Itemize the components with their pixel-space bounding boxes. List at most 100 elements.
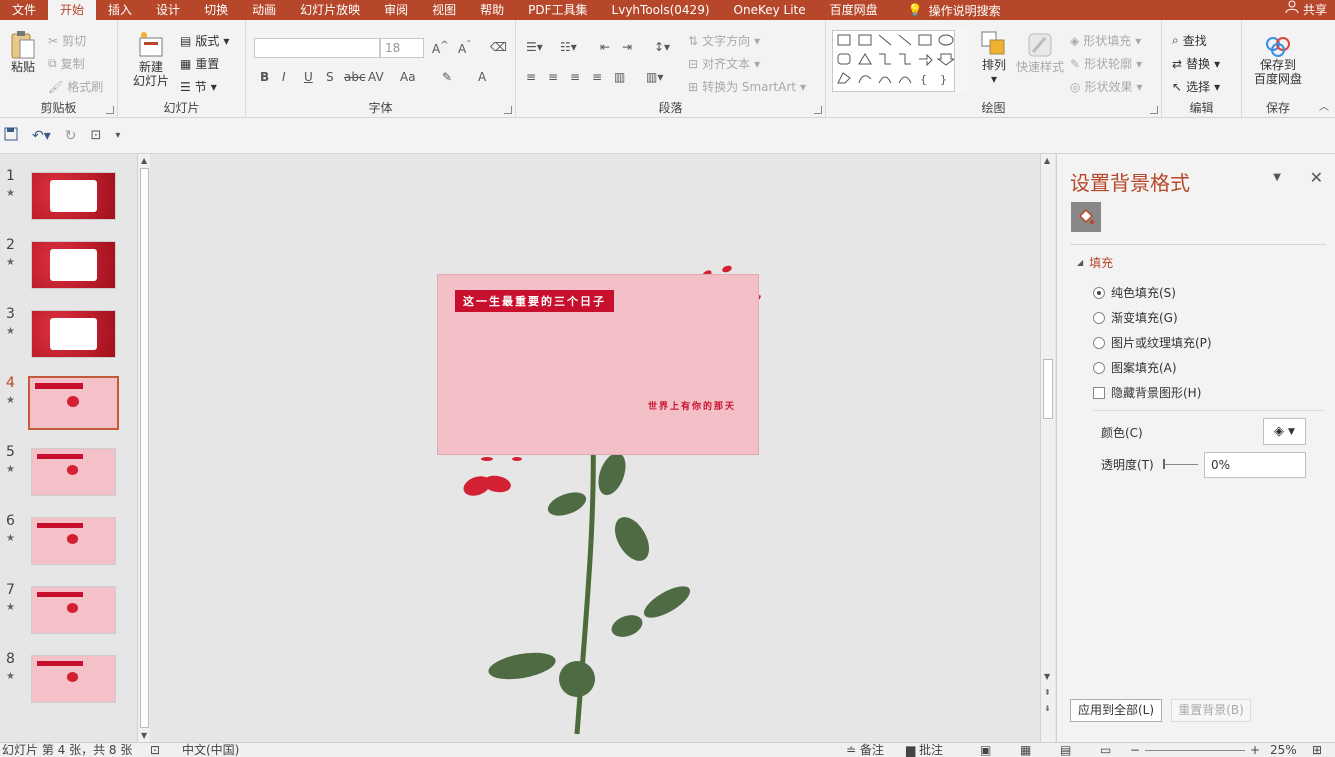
zoom-slider[interactable]	[1145, 750, 1245, 751]
layout-button[interactable]: ▤ 版式 ▾	[180, 32, 229, 49]
columns-icon[interactable]: ▥▾	[646, 70, 663, 84]
increase-indent-icon[interactable]: ⇥	[622, 40, 632, 54]
reading-view-icon[interactable]: ▤	[1060, 744, 1071, 757]
arrange-button[interactable]: 排列 ▾	[976, 30, 1012, 86]
slide-thumbnail[interactable]	[31, 241, 116, 289]
distribute-icon[interactable]: ▥	[614, 70, 625, 84]
menu-item[interactable]: 切换	[192, 0, 240, 20]
text-direction-button[interactable]: ⇅ 文字方向 ▾	[688, 32, 760, 49]
menu-item[interactable]: 文件	[0, 0, 48, 20]
shadow-button[interactable]: S	[326, 70, 334, 84]
menu-item[interactable]: 开始	[48, 0, 97, 20]
pane-options-icon[interactable]: ▼	[1273, 172, 1281, 183]
shape-outline-button[interactable]: ✎ 形状轮廓 ▾	[1070, 55, 1142, 72]
zoom-in-icon[interactable]: +	[1250, 744, 1260, 757]
slide-sorter-icon[interactable]: ▦	[1020, 744, 1031, 757]
present-icon[interactable]: ⊡	[91, 128, 102, 143]
paste-button[interactable]: 粘贴	[6, 30, 40, 74]
save-icon[interactable]	[4, 127, 18, 144]
slide-thumbnail-row[interactable]: 6 ★	[0, 513, 140, 573]
clipboard-launcher-icon[interactable]	[106, 106, 114, 114]
align-right-icon[interactable]: ≡	[570, 70, 580, 84]
justify-icon[interactable]: ≡	[592, 70, 602, 84]
replace-button[interactable]: ⇄ 替换 ▾	[1172, 55, 1220, 72]
radio-button[interactable]	[1093, 286, 1105, 299]
line-spacing-icon[interactable]: ↕▾	[654, 40, 670, 54]
decrease-indent-icon[interactable]: ⇤	[600, 40, 610, 54]
align-text-button[interactable]: ⊟ 对齐文本 ▾	[688, 55, 760, 72]
scroll-down-icon[interactable]: ▼	[141, 731, 147, 740]
menu-item[interactable]: 百度网盘	[818, 0, 890, 20]
shape-effects-button[interactable]: ◎ 形状效果 ▾	[1070, 78, 1143, 95]
reset-background-button[interactable]: 重置背景(B)	[1171, 699, 1251, 722]
drawing-launcher-icon[interactable]	[1150, 106, 1158, 114]
font-size-dropdown[interactable]: 18	[380, 38, 424, 58]
slide-thumbnail-row[interactable]: 4 ★	[0, 375, 140, 435]
shapes-gallery[interactable]: {}	[832, 30, 968, 92]
section-button[interactable]: ☰ 节 ▾	[180, 78, 217, 95]
fit-slide-icon[interactable]: ⊞	[1312, 744, 1322, 757]
italic-button[interactable]: I	[282, 70, 286, 84]
shrink-font-icon[interactable]: Aˇ	[458, 40, 471, 56]
grow-font-icon[interactable]: A^	[432, 40, 449, 56]
spellcheck-icon[interactable]: ⊡	[150, 744, 160, 757]
format-painter-button[interactable]: 🖌 格式刷	[48, 78, 103, 95]
slide-thumbnail[interactable]	[31, 586, 116, 634]
underline-button[interactable]: U	[304, 70, 313, 84]
new-slide-button[interactable]: 新建 幻灯片	[126, 30, 176, 88]
canvas-scroll-thumb[interactable]	[1043, 359, 1053, 419]
menu-item[interactable]: 设计	[144, 0, 192, 20]
scroll-up-icon[interactable]: ▲	[1044, 156, 1050, 165]
slide-canvas[interactable]: 这一生最重要的三个日子 世界上有你的那天	[157, 154, 1040, 742]
menu-item[interactable]: 插入	[96, 0, 144, 20]
align-left-icon[interactable]: ≡	[526, 70, 536, 84]
redo-icon[interactable]: ↻	[65, 128, 77, 144]
menu-item[interactable]: LvyhTools(0429)	[600, 0, 722, 20]
slide-thumbnail[interactable]	[31, 448, 116, 496]
numbering-icon[interactable]: ☷▾	[560, 40, 577, 54]
slide-subtitle[interactable]: 世界上有你的那天	[648, 399, 736, 412]
strikethrough-button[interactable]: abc	[344, 70, 366, 84]
comments-button[interactable]: ▆ 批注	[906, 744, 943, 757]
close-icon[interactable]: ✕	[1310, 168, 1323, 187]
clear-format-icon[interactable]: ⌫	[490, 40, 507, 54]
slide-thumbnail[interactable]	[31, 517, 116, 565]
radio-button[interactable]	[1093, 311, 1105, 324]
thumbnails-scroll-thumb[interactable]	[140, 168, 149, 728]
previous-slide-icon[interactable]: ⇞	[1044, 688, 1051, 697]
scroll-down-icon[interactable]: ▼	[1044, 672, 1050, 681]
slide-title[interactable]: 这一生最重要的三个日子	[455, 290, 614, 312]
transparency-slider-handle[interactable]	[1163, 459, 1165, 469]
customize-qat-icon[interactable]: ▾	[115, 130, 120, 141]
slide-thumbnail[interactable]	[31, 655, 116, 703]
radio-button[interactable]	[1093, 336, 1105, 349]
slide-thumbnail-row[interactable]: 8 ★	[0, 651, 140, 711]
canvas-scrollbar[interactable]: ▲ ▼ ⇞ ⇟	[1040, 154, 1055, 742]
slide-thumbnail-row[interactable]: 7 ★	[0, 582, 140, 642]
notes-button[interactable]: ≐ 备注	[846, 744, 884, 757]
paragraph-launcher-icon[interactable]	[814, 106, 822, 114]
menu-item[interactable]: 视图	[420, 0, 468, 20]
slide-thumbnail-row[interactable]: 1 ★	[0, 168, 140, 228]
quick-styles-button[interactable]: 快速样式	[1014, 30, 1066, 74]
color-picker-button[interactable]: ◈ ▼	[1263, 418, 1306, 445]
menu-item[interactable]: PDF工具集	[516, 0, 599, 20]
slide-thumbnail-row[interactable]: 3 ★	[0, 306, 140, 366]
language-indicator[interactable]: 中文(中国)	[182, 744, 239, 757]
save-to-baidu-button[interactable]: 保存到 百度网盘	[1248, 34, 1308, 86]
align-center-icon[interactable]: ≡	[548, 70, 558, 84]
menu-item[interactable]: 幻灯片放映	[288, 0, 372, 20]
transparency-input[interactable]: 0%	[1204, 452, 1306, 478]
smartart-button[interactable]: ⊞ 转换为 SmartArt ▾	[688, 78, 806, 95]
highlight-icon[interactable]: ✎	[442, 70, 452, 84]
apply-to-all-button[interactable]: 应用到全部(L)	[1070, 699, 1162, 722]
fill-option-radio[interactable]: 图片或纹理填充(P)	[1093, 334, 1212, 351]
fill-option-radio[interactable]: 纯色填充(S)	[1093, 284, 1176, 301]
collapse-ribbon-icon[interactable]: ︿	[1319, 98, 1329, 113]
shapes-gallery-scroll[interactable]	[954, 30, 968, 92]
bullets-icon[interactable]: ☰▾	[526, 40, 543, 54]
normal-view-icon[interactable]: ▣	[980, 744, 991, 757]
reset-slide-button[interactable]: ▦ 重置	[180, 55, 219, 72]
slideshow-icon[interactable]: ▭	[1100, 744, 1111, 757]
slide-thumbnail[interactable]	[31, 172, 116, 220]
